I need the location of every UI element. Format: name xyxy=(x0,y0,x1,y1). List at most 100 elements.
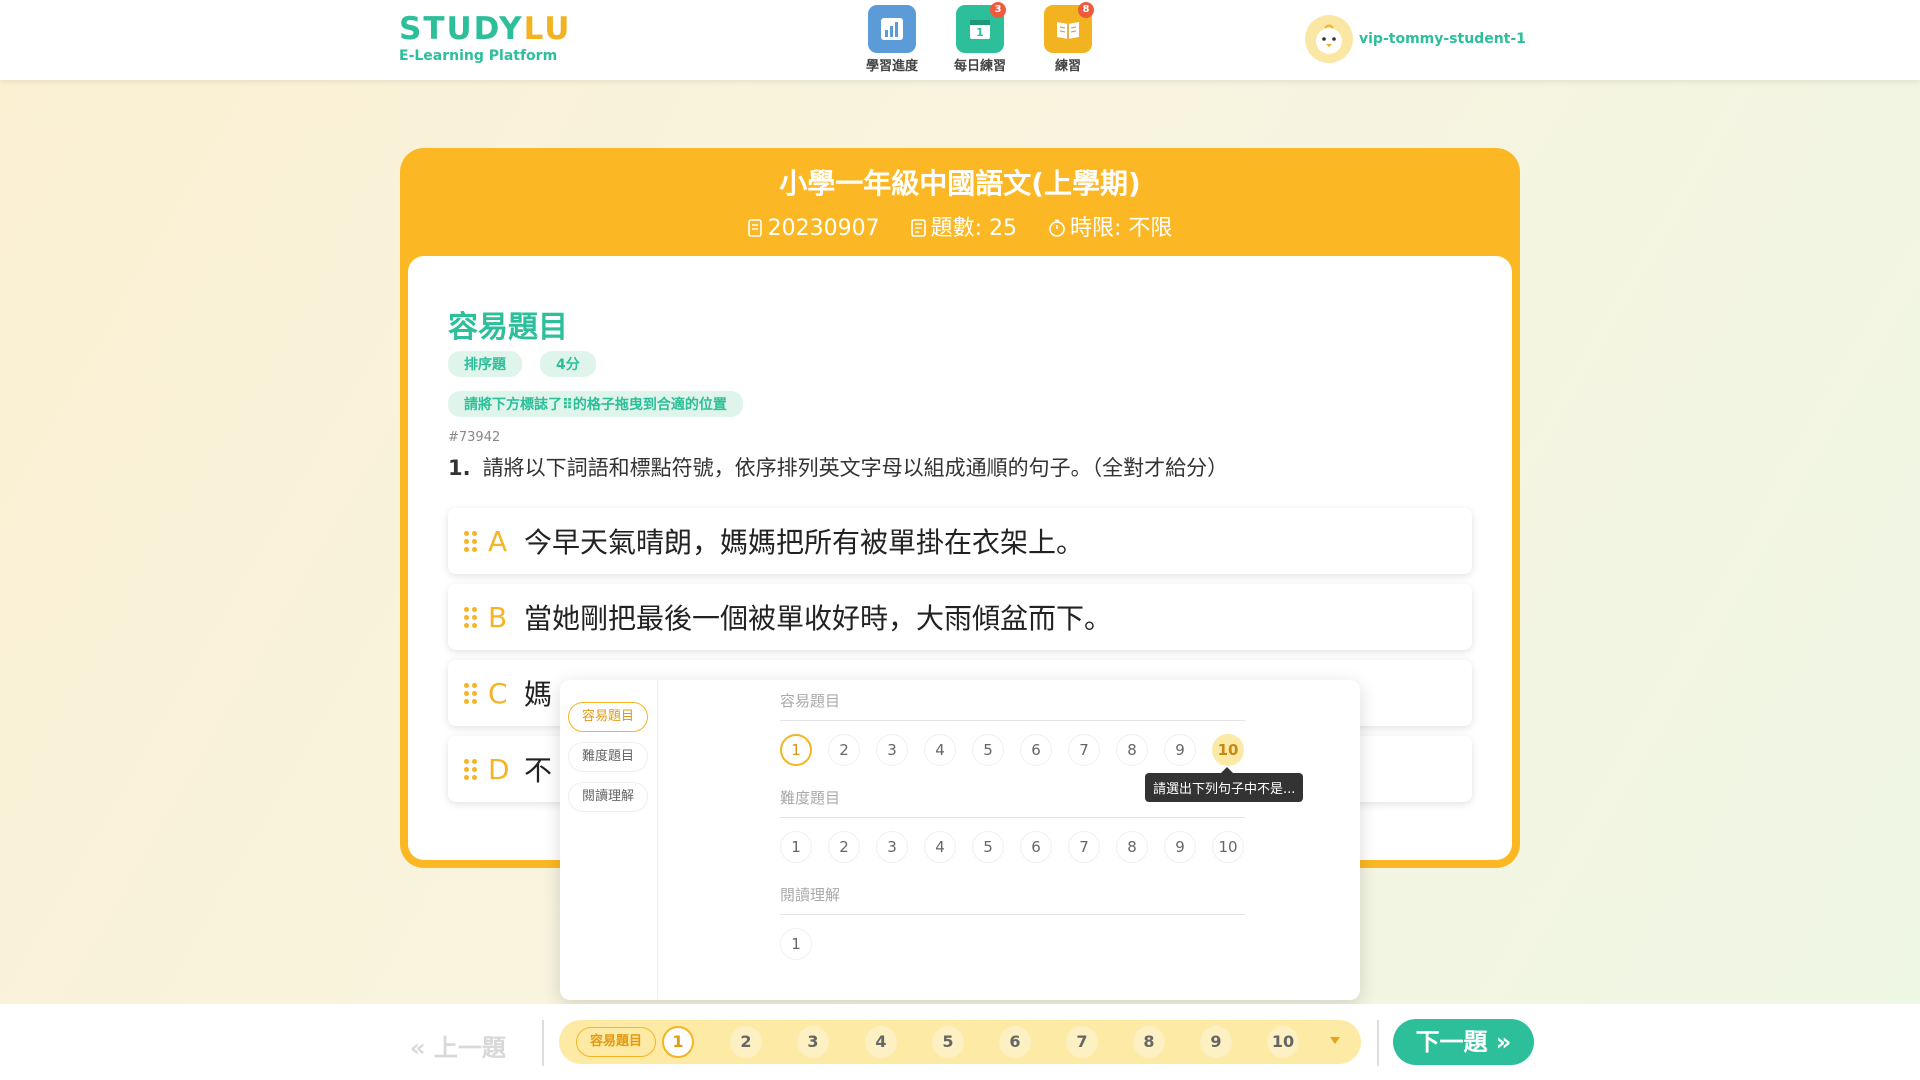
next-question-button[interactable]: 下一題 » xyxy=(1393,1019,1534,1065)
notification-badge: 8 xyxy=(1078,2,1094,18)
option-letter: D xyxy=(488,752,510,786)
footer-question-number[interactable]: 6 xyxy=(999,1026,1031,1058)
studylu-logo[interactable]: STUDYLU E-Learning Platform xyxy=(399,12,571,64)
section-tabs: 容易題目 難度題目 閱讀理解 xyxy=(560,680,658,1000)
time-limit: 時限: 不限 xyxy=(1069,216,1173,241)
question-number-button[interactable]: 2 xyxy=(828,831,860,863)
question-number: 1. xyxy=(448,456,471,480)
list-icon xyxy=(910,218,927,243)
question-number-button[interactable]: 1 xyxy=(780,831,812,863)
drag-handle-icon[interactable] xyxy=(464,606,480,628)
drag-hint: 請將下方標誌了⠿的格子拖曳到合適的位置 xyxy=(448,391,743,417)
question-tooltip: 請選出下列句子中不是... xyxy=(1145,767,1304,802)
option-text: 不 xyxy=(524,754,553,787)
score-tag: 4分 xyxy=(540,351,596,377)
drag-handle-icon[interactable] xyxy=(464,530,480,552)
double-chevron-right-icon: » xyxy=(1495,1028,1512,1056)
question-number-button[interactable]: 6 xyxy=(1020,734,1052,766)
question-picker-popup: 容易題目 難度題目 閱讀理解 容易題目 1 2 3 4 5 6 7 8 9 10… xyxy=(560,680,1360,1000)
reading-question-numbers: 1 xyxy=(780,928,828,960)
question-number-button[interactable]: 4 xyxy=(924,734,956,766)
question-number-button[interactable]: 5 xyxy=(972,734,1004,766)
svg-text:1: 1 xyxy=(976,26,984,39)
question-id: #73942 xyxy=(448,430,501,445)
question-number-button[interactable]: 1 xyxy=(780,928,812,960)
footer-question-number[interactable]: 2 xyxy=(730,1026,762,1058)
divider xyxy=(542,1020,544,1066)
option-text: 當她剛把最後一個被單收好時，大雨傾盆而下。 xyxy=(524,602,1113,635)
question-number-button[interactable]: 4 xyxy=(924,831,956,863)
group-title-easy: 容易題目 xyxy=(780,692,841,710)
hard-question-numbers: 1 2 3 4 5 6 7 8 9 10 xyxy=(780,831,1260,863)
footer-question-number[interactable]: 3 xyxy=(797,1026,829,1058)
bottom-navigation-bar: « 上一題 容易題目 1 2 3 4 5 6 7 8 9 10 下一題 » xyxy=(0,1004,1920,1080)
brand-name: STUDYLU xyxy=(399,11,572,47)
question-count: 題數: 25 xyxy=(930,216,1017,241)
tab-reading[interactable]: 閱讀理解 xyxy=(568,782,648,812)
drag-handle-icon[interactable] xyxy=(464,758,480,780)
easy-question-numbers: 1 2 3 4 5 6 7 8 9 10 xyxy=(780,734,1260,766)
question-number-button[interactable]: 9 xyxy=(1164,734,1196,766)
question-number-button[interactable]: 3 xyxy=(876,734,908,766)
divider xyxy=(1377,1020,1379,1066)
question-number-button[interactable]: 10 xyxy=(1212,831,1244,863)
question-number-button[interactable]: 6 xyxy=(1020,831,1052,863)
question-number-button[interactable]: 2 xyxy=(828,734,860,766)
top-navigation-bar: STUDYLU E-Learning Platform 學習進度 1 3 每日練… xyxy=(0,0,1920,80)
option-text: 今早天氣晴朗，媽媽把所有被單掛在衣架上。 xyxy=(524,526,1085,559)
option-letter: A xyxy=(488,524,508,558)
question-number-button[interactable]: 9 xyxy=(1164,831,1196,863)
drag-handle-icon[interactable] xyxy=(464,682,480,704)
group-title-hard: 難度題目 xyxy=(780,789,841,807)
option-letter: C xyxy=(488,676,508,710)
next-label: 下一題 xyxy=(1415,1028,1488,1056)
footer-question-number[interactable]: 9 xyxy=(1200,1026,1232,1058)
avatar xyxy=(1305,15,1353,63)
footer-question-number[interactable]: 10 xyxy=(1267,1026,1299,1058)
tab-hard[interactable]: 難度題目 xyxy=(568,742,648,772)
footer-question-number[interactable]: 5 xyxy=(932,1026,964,1058)
nav-daily-practice[interactable]: 1 3 每日練習 xyxy=(936,2,1024,74)
username: vip-tommy-student-1 xyxy=(1359,31,1526,47)
section-title: 容易題目 xyxy=(448,310,568,345)
question-number-button[interactable]: 8 xyxy=(1116,734,1148,766)
previous-question-button[interactable]: « 上一題 xyxy=(410,1028,506,1063)
progress-chart-icon xyxy=(868,5,916,53)
exam-code: 20230907 xyxy=(767,216,880,241)
question-tags: 排序題 4分 xyxy=(448,351,614,377)
nav-label: 學習進度 xyxy=(865,59,918,74)
exam-title: 小學一年級中國語文(上學期) xyxy=(779,167,1141,200)
question-number-button[interactable]: 8 xyxy=(1116,831,1148,863)
caret-down-icon[interactable] xyxy=(1330,1037,1340,1044)
divider xyxy=(780,817,1245,818)
question-number-button[interactable]: 5 xyxy=(972,831,1004,863)
question-number-button[interactable]: 10 xyxy=(1212,734,1244,766)
question-type-tag: 排序題 xyxy=(448,351,522,377)
footer-question-number[interactable]: 7 xyxy=(1066,1026,1098,1058)
group-title-reading: 閱讀理解 xyxy=(780,886,841,904)
user-profile[interactable]: vip-tommy-student-1 xyxy=(1305,15,1526,63)
nav-label: 練習 xyxy=(1054,59,1081,74)
option-letter: B xyxy=(488,600,508,634)
previous-label: 上一題 xyxy=(433,1034,506,1062)
section-selector[interactable]: 容易題目 xyxy=(576,1027,656,1057)
question-number-button[interactable]: 1 xyxy=(780,734,812,766)
sortable-option-b[interactable]: B 當她剛把最後一個被單收好時，大雨傾盆而下。 xyxy=(448,584,1472,650)
tab-easy[interactable]: 容易題目 xyxy=(568,702,648,732)
question-text: 1. 請將以下詞語和標點符號，依序排列英文字母以組成通順的句子。（全對才給分） xyxy=(448,452,1228,482)
question-body: 請將以下詞語和標點符號，依序排列英文字母以組成通順的句子。（全對才給分） xyxy=(482,456,1229,480)
sortable-option-a[interactable]: A 今早天氣晴朗，媽媽把所有被單掛在衣架上。 xyxy=(448,508,1472,574)
nav-learning-progress[interactable]: 學習進度 xyxy=(848,5,936,74)
exam-meta: 20230907 題數: 25 時限: 不限 xyxy=(400,210,1520,243)
footer-question-number[interactable]: 4 xyxy=(865,1026,897,1058)
question-navigator: 容易題目 1 2 3 4 5 6 7 8 9 10 xyxy=(559,1020,1361,1064)
divider xyxy=(780,914,1245,915)
question-number-button[interactable]: 7 xyxy=(1068,831,1100,863)
question-number-button[interactable]: 7 xyxy=(1068,734,1100,766)
brand-subtitle: E-Learning Platform xyxy=(399,48,558,64)
footer-question-number[interactable]: 1 xyxy=(662,1026,694,1058)
nav-practice[interactable]: 8 練習 xyxy=(1024,2,1112,74)
question-number-button[interactable]: 3 xyxy=(876,831,908,863)
footer-question-number[interactable]: 8 xyxy=(1133,1026,1165,1058)
divider xyxy=(780,720,1245,721)
